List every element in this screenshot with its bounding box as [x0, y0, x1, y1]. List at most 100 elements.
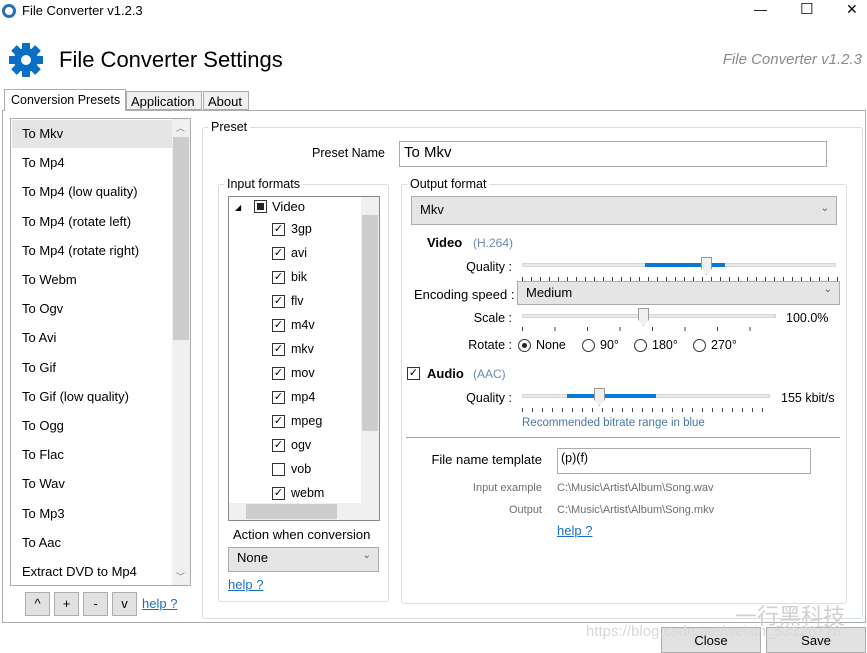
page-title: File Converter Settings	[59, 47, 283, 72]
video-tree-label: Video	[272, 199, 306, 214]
format-checkbox[interactable]: ✓	[272, 295, 285, 308]
group-label: Preset	[208, 120, 251, 134]
format-checkbox[interactable]: ✓	[272, 247, 285, 260]
format-label: ogv	[291, 438, 312, 452]
scroll-thumb[interactable]	[173, 137, 189, 340]
separator	[406, 437, 840, 438]
video-tree-checkbox[interactable]	[254, 200, 267, 213]
tab-label: About	[208, 94, 242, 109]
audio-quality-value: 155 kbit/s	[781, 391, 836, 405]
close-window-button[interactable]: ✕	[846, 1, 858, 18]
tab-label: Application	[131, 94, 195, 109]
format-checkbox[interactable]: ✓	[272, 343, 285, 356]
format-checkbox[interactable]: ✓	[272, 367, 285, 380]
tab-application[interactable]: Application	[126, 91, 202, 110]
template-help-link[interactable]: help ?	[557, 523, 592, 538]
tab-about[interactable]: About	[203, 91, 249, 110]
input-help-link[interactable]: help ?	[228, 577, 263, 592]
format-label: flv	[291, 294, 304, 308]
format-checkbox[interactable]: ✓	[272, 319, 285, 332]
video-codec: (H.264)	[473, 236, 514, 250]
format-label: m4v	[291, 318, 315, 332]
tree-vscroll[interactable]	[361, 197, 379, 503]
preset-name-label: Preset Name	[312, 146, 385, 160]
add-preset-button[interactable]: +	[54, 592, 79, 616]
rotate-90-radio[interactable]	[582, 339, 595, 352]
rotate-270-radio[interactable]	[693, 339, 706, 352]
window-title: File Converter v1.2.3	[22, 3, 143, 18]
move-up-button[interactable]: ^	[25, 592, 50, 616]
preset-name-input[interactable]: To Mkv	[399, 141, 827, 167]
bitrate-hint: Recommended bitrate range in blue	[522, 417, 705, 429]
format-checkbox[interactable]: ✓	[272, 271, 285, 284]
format-label: mkv	[291, 342, 314, 356]
format-checkbox[interactable]: ✓	[272, 223, 285, 236]
preset-list-item[interactable]: To Ogg	[22, 418, 64, 433]
template-input[interactable]: (p)(f)	[557, 448, 811, 474]
preset-list-item[interactable]: To Mkv	[22, 126, 63, 141]
format-label: mp4	[291, 390, 316, 404]
encoding-speed-label: Encoding speed :	[414, 287, 515, 302]
rotate-none-radio[interactable]	[518, 339, 531, 352]
input-example-value: C:\Music\Artist\Album\Song.wav	[557, 482, 714, 494]
preset-list-item[interactable]: To Mp4 (low quality)	[22, 184, 138, 199]
rotate-option: 180°	[652, 338, 678, 352]
tab-conversion-presets[interactable]: Conversion Presets	[4, 89, 126, 111]
output-format-select[interactable]: Mkv ⌄	[411, 196, 837, 225]
rotate-180-radio[interactable]	[634, 339, 647, 352]
version-label: File Converter v1.2.3	[722, 51, 862, 68]
action-select[interactable]: None ⌄	[228, 547, 379, 572]
preset-list-item[interactable]: To Gif (low quality)	[22, 389, 129, 404]
gear-icon	[9, 43, 43, 77]
recommended-range	[567, 394, 656, 398]
scroll-thumb[interactable]	[362, 215, 378, 431]
preset-list-item[interactable]: To Aac	[22, 535, 61, 550]
minimize-button[interactable]: —	[754, 2, 767, 17]
tree-hscroll[interactable]	[229, 503, 379, 520]
format-checkbox[interactable]: ✓	[272, 487, 285, 500]
rotate-option: 270°	[711, 338, 737, 352]
preset-list-item[interactable]: To Webm	[22, 272, 77, 287]
rotate-option: 90°	[600, 338, 619, 352]
preset-list-item[interactable]: To Wav	[22, 476, 65, 491]
list-scrollbar[interactable]: ︿ ﹀	[172, 119, 190, 585]
preset-list-item[interactable]: To Mp3	[22, 506, 65, 521]
preset-list-item[interactable]: To Mp4	[22, 155, 65, 170]
audio-checkbox[interactable]: ✓	[407, 367, 420, 380]
scale-value: 100.0%	[786, 311, 829, 325]
maximize-button[interactable]: ☐	[800, 0, 813, 18]
format-label: avi	[291, 246, 307, 260]
preset-list-item[interactable]: Extract DVD to Mp4	[22, 564, 137, 579]
format-label: bik	[291, 270, 307, 284]
format-checkbox[interactable]	[272, 463, 285, 476]
chevron-down-icon: ⌄	[820, 203, 829, 214]
preset-list-item[interactable]: To Mp4 (rotate left)	[22, 214, 131, 229]
format-label: mov	[291, 366, 315, 380]
preset-list-item[interactable]: To Mp4 (rotate right)	[22, 243, 139, 258]
preset-list-item[interactable]: To Gif	[22, 360, 56, 375]
presets-help-link[interactable]: help ?	[142, 596, 177, 611]
preset-list-item[interactable]: To Flac	[22, 447, 64, 462]
preset-list-item[interactable]: To Ogv	[22, 301, 63, 316]
select-value: Medium	[526, 285, 573, 300]
rotate-option: None	[536, 338, 566, 352]
format-checkbox[interactable]: ✓	[272, 439, 285, 452]
preset-list-item[interactable]: To Avi	[22, 330, 56, 345]
scroll-thumb[interactable]	[246, 504, 337, 519]
remove-preset-button[interactable]: -	[83, 592, 108, 616]
scroll-down-icon[interactable]: ﹀	[176, 570, 185, 583]
group-label: Output format	[407, 177, 490, 191]
output-example-value: C:\Music\Artist\Album\Song.mkv	[557, 504, 715, 516]
encoding-speed-select[interactable]: Medium ⌄	[517, 281, 840, 305]
format-label: mpeg	[291, 414, 323, 428]
format-checkbox[interactable]: ✓	[272, 415, 285, 428]
chevron-down-icon: ⌄	[823, 284, 832, 295]
move-down-button[interactable]: v	[112, 592, 137, 616]
scroll-up-icon[interactable]: ︿	[176, 121, 185, 134]
recommended-range	[645, 263, 725, 267]
input-example-label: Input example	[472, 482, 542, 494]
format-checkbox[interactable]: ✓	[272, 391, 285, 404]
scale-slider[interactable]	[522, 314, 776, 318]
expand-icon[interactable]: ◢	[235, 203, 241, 212]
group-label: Input formats	[224, 177, 303, 191]
